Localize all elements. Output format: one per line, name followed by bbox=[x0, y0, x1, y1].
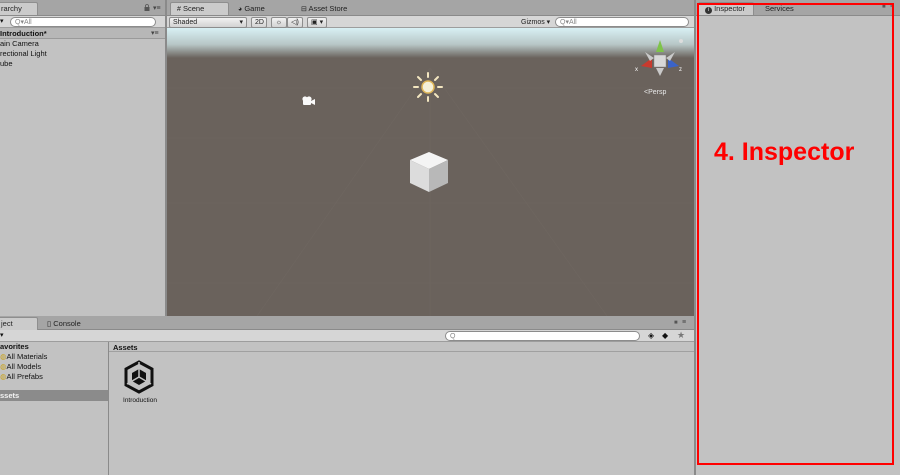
favorite-item[interactable]: ◍All Materials bbox=[0, 352, 47, 362]
asset-item-label: Introduction bbox=[123, 397, 157, 404]
scene-tabbar: # Scene ◕ Game ⊟ Asset Store bbox=[167, 0, 694, 16]
assets-breadcrumb: Assets bbox=[109, 342, 694, 352]
tab-project[interactable]: ject bbox=[0, 317, 38, 330]
tab-hierarchy[interactable]: rarchy bbox=[0, 2, 38, 15]
sun-icon: ☼ bbox=[275, 19, 283, 26]
hierarchy-item[interactable]: rectional Light bbox=[0, 49, 47, 59]
panel-menu-icon[interactable]: ▾≡ bbox=[153, 4, 161, 12]
panel-menu-icon[interactable]: ≡ bbox=[682, 319, 686, 326]
lighting-toggle-button[interactable]: ☼ bbox=[271, 17, 287, 28]
annotation-highlight-frame bbox=[697, 3, 894, 465]
project-search-input[interactable]: Q bbox=[445, 331, 640, 341]
store-icon: ⊟ bbox=[301, 6, 307, 13]
create-dropdown[interactable]: ▾ bbox=[0, 331, 4, 339]
project-tabbar: ject ▯ Console ■ ≡ bbox=[0, 316, 694, 330]
scene-toolbar: Shaded ▾ 2D ☼ ◁) ▣ ▾ Gizmos ▾ Q▾All bbox=[167, 16, 694, 28]
cube-object[interactable] bbox=[408, 150, 450, 194]
filter-label-icon[interactable]: ◆ bbox=[662, 331, 668, 340]
gizmos-dropdown[interactable]: Gizmos ▾ bbox=[517, 17, 553, 28]
hierarchy-panel: rarchy ▾≡ ▾ Q▾All Introduction* ▾≡ ain C… bbox=[0, 0, 165, 316]
tab-game[interactable]: ◕ Game bbox=[231, 2, 283, 15]
orientation-gizmo[interactable]: x z bbox=[635, 38, 685, 86]
asset-item[interactable]: Introduction bbox=[117, 360, 163, 410]
audio-toggle-button[interactable]: ◁) bbox=[287, 17, 303, 28]
create-dropdown[interactable]: ▾ bbox=[0, 17, 8, 27]
hierarchy-search-input[interactable]: Q▾All bbox=[10, 17, 156, 27]
image-icon: ▣ bbox=[311, 19, 318, 26]
filter-type-icon[interactable]: ◈ bbox=[648, 331, 654, 340]
project-tree: avorites ◍All Materials ◍All Models ◍All… bbox=[0, 342, 108, 475]
scene-name: Introduction* bbox=[0, 29, 47, 38]
grid-icon: # bbox=[177, 6, 181, 13]
inspector-panel: i Inspector Services ■ ≡ 4. Inspector bbox=[696, 0, 900, 475]
projection-toggle[interactable]: <Persp bbox=[644, 89, 666, 96]
speaker-icon: ◁) bbox=[291, 19, 299, 26]
console-icon: ▯ bbox=[47, 319, 52, 328]
annotation-label: 4. Inspector bbox=[714, 138, 855, 166]
favorite-item[interactable]: ◍All Prefabs bbox=[0, 372, 43, 382]
hierarchy-toolbar: ▾ Q▾All bbox=[0, 16, 165, 28]
search-icon: Q bbox=[450, 333, 456, 340]
scene-search-input[interactable]: Q▾All bbox=[555, 17, 689, 27]
2d-toggle-button[interactable]: 2D bbox=[251, 17, 267, 28]
favorites-header[interactable]: avorites bbox=[0, 342, 29, 352]
lock-icon[interactable]: ■ bbox=[674, 320, 678, 326]
assets-folder-label: ssets bbox=[0, 391, 20, 400]
favorite-item[interactable]: ◍All Models bbox=[0, 362, 41, 372]
tab-scene[interactable]: # Scene bbox=[170, 2, 229, 15]
unity-scene-icon bbox=[123, 360, 155, 394]
hierarchy-tabbar: rarchy ▾≡ bbox=[0, 0, 165, 16]
scene-panel: # Scene ◕ Game ⊟ Asset Store Shaded ▾ 2D … bbox=[167, 0, 694, 316]
project-toolbar: ▾ Q ◈ ◆ ★ bbox=[0, 330, 694, 342]
hierarchy-item[interactable]: ain Camera bbox=[0, 39, 39, 49]
hierarchy-item[interactable]: ube bbox=[0, 59, 13, 69]
game-icon: ◕ bbox=[238, 6, 243, 13]
assets-area: Assets Introduction bbox=[109, 342, 694, 475]
assets-header-label: Assets bbox=[113, 343, 138, 352]
tab-console[interactable]: ▯ Console bbox=[40, 317, 90, 330]
tab-asset-store[interactable]: ⊟ Asset Store bbox=[294, 2, 364, 15]
axis-x-label: x bbox=[635, 67, 638, 73]
lock-icon[interactable] bbox=[144, 4, 150, 11]
scene-header-row[interactable]: Introduction* ▾≡ bbox=[0, 28, 165, 39]
shading-mode-dropdown[interactable]: Shaded ▾ bbox=[169, 17, 247, 28]
directional-light-icon[interactable] bbox=[413, 72, 443, 102]
axis-z-label: z bbox=[679, 67, 682, 73]
assets-folder-row[interactable]: ssets bbox=[0, 390, 108, 401]
project-panel: ject ▯ Console ■ ≡ ▾ Q ◈ ◆ ★ avorites ◍A… bbox=[0, 316, 694, 475]
scene-viewport[interactable]: x z <Persp bbox=[167, 28, 694, 316]
effects-dropdown[interactable]: ▣ ▾ bbox=[307, 17, 327, 28]
favorite-star-icon[interactable]: ★ bbox=[677, 330, 685, 341]
scene-menu-icon[interactable]: ▾≡ bbox=[151, 29, 159, 37]
camera-icon[interactable] bbox=[300, 95, 316, 107]
